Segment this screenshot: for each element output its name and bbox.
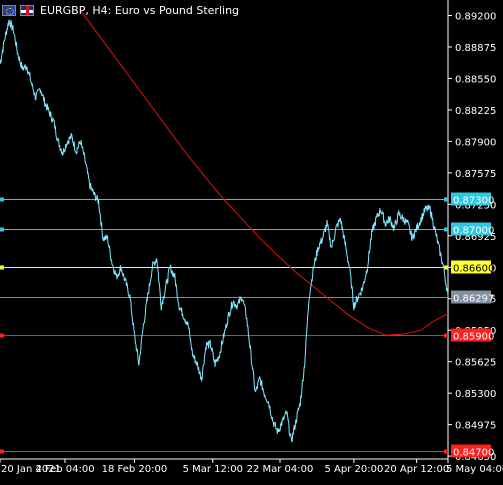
y-tick-label: 0.84975 — [455, 421, 496, 432]
x-tick-label: 5 May 04:00 — [446, 464, 503, 475]
y-tick-label: 0.87900 — [455, 137, 496, 148]
level-label: 0.86600 — [453, 264, 494, 275]
y-tick-label: 0.89200 — [455, 11, 496, 22]
y-tick-label: 0.88225 — [455, 106, 496, 117]
level-label: 0.84700 — [453, 448, 494, 459]
x-tick-label: 5 Mar 12:00 — [183, 464, 243, 475]
chart-background — [0, 0, 503, 481]
level-handle[interactable] — [0, 265, 4, 270]
chart-canvas[interactable]: 0.89200 0.88875 0.88550 0.88225 0.87900 0.875… — [0, 0, 503, 481]
level-handle[interactable] — [0, 197, 4, 202]
chart-title-bar: EURGBP, H4: Euro vs Pound Sterling — [2, 2, 239, 18]
uk-flag-icon — [20, 4, 34, 16]
level-label: 0.86297 — [453, 294, 494, 305]
level-handle[interactable] — [444, 197, 448, 202]
price-axis: 0.89200 0.88875 0.88550 0.88225 0.87900 0.875… — [448, 11, 496, 463]
eu-flag-icon — [2, 4, 16, 16]
level-handle[interactable] — [444, 333, 448, 338]
y-tick-label: 0.88875 — [455, 43, 496, 54]
x-tick-label: 20 Apr 12:00 — [384, 464, 449, 475]
level-handle[interactable] — [0, 333, 4, 338]
level-handle[interactable] — [444, 449, 448, 454]
x-tick-label: 5 Apr 20:00 — [324, 464, 383, 475]
chart-title: EURGBP, H4: Euro vs Pound Sterling — [40, 3, 240, 17]
level-handle[interactable] — [0, 449, 4, 454]
level-handle[interactable] — [0, 227, 4, 232]
y-tick-label: 0.85625 — [455, 358, 496, 369]
level-handle[interactable] — [444, 227, 448, 232]
x-tick-label: 22 Mar 04:00 — [247, 464, 314, 475]
y-tick-label: 0.87575 — [455, 169, 496, 180]
y-tick-label: 0.88550 — [455, 74, 496, 85]
level-label: 0.87300 — [453, 196, 494, 207]
level-label: 0.85900 — [453, 332, 494, 343]
x-tick-label: 18 Feb 20:00 — [102, 464, 168, 475]
y-tick-label: 0.85300 — [455, 389, 496, 400]
x-tick-label: 4 Feb 04:00 — [35, 464, 94, 475]
chart-area[interactable]: 0.89200 0.88875 0.88550 0.88225 0.87900 0.875… — [0, 0, 503, 481]
level-label: 0.87000 — [453, 226, 494, 237]
